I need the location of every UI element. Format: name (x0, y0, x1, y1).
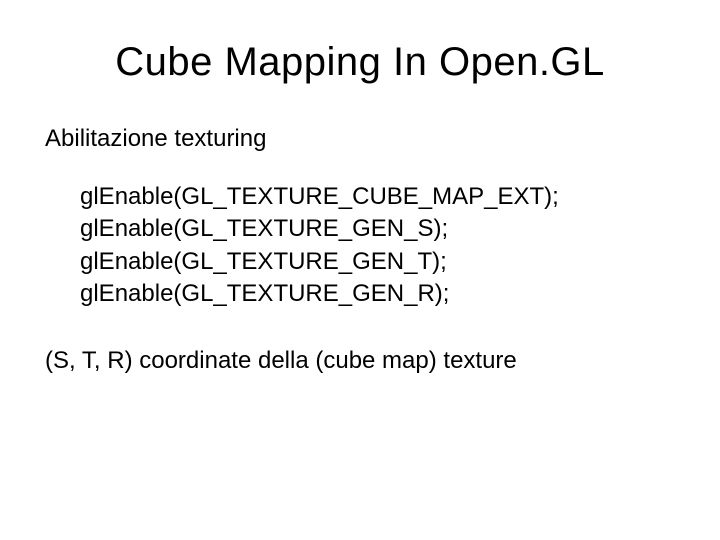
section-heading: Abilitazione texturing (45, 125, 680, 153)
code-line: glEnable(GL_TEXTURE_GEN_R); (80, 278, 680, 310)
slide: Cube Mapping In Open.GL Abilitazione tex… (0, 0, 720, 540)
slide-title: Cube Mapping In Open.GL (40, 40, 680, 85)
footer-note: (S, T, R) coordinate della (cube map) te… (45, 347, 680, 375)
code-line: glEnable(GL_TEXTURE_CUBE_MAP_EXT); (80, 181, 680, 213)
code-line: glEnable(GL_TEXTURE_GEN_S); (80, 213, 680, 245)
code-block: glEnable(GL_TEXTURE_CUBE_MAP_EXT); glEna… (80, 181, 680, 311)
code-line: glEnable(GL_TEXTURE_GEN_T); (80, 246, 680, 278)
